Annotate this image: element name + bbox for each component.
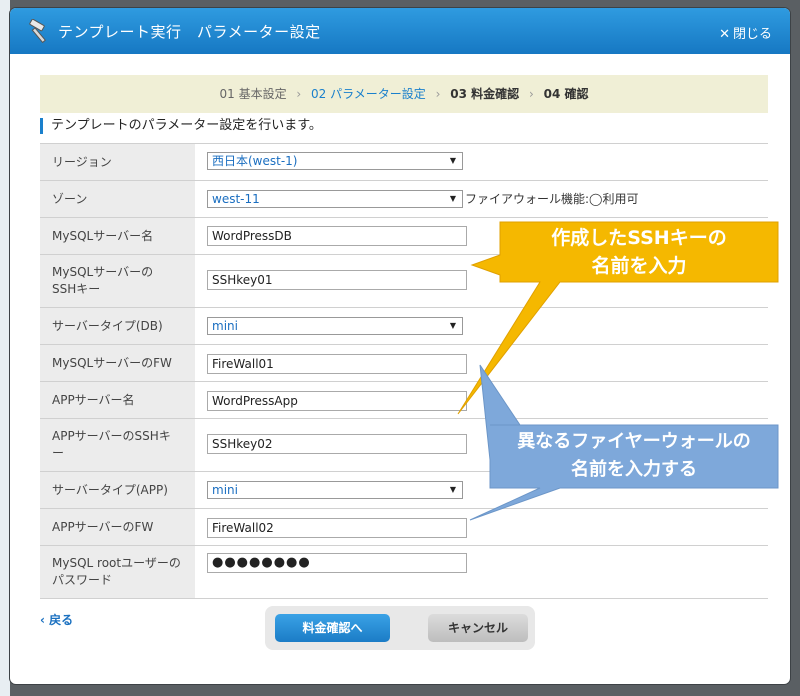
background-page bbox=[0, 0, 10, 696]
row-app-fw: APPサーバーのFW FireWall02 bbox=[40, 509, 768, 546]
ssh-callout-text: 作成したSSHキーの 名前を入力 bbox=[500, 224, 778, 280]
db-server-type-select[interactable]: mini ▼ bbox=[207, 317, 463, 335]
close-label: 閉じる bbox=[732, 27, 772, 42]
zone-label: ゾーン bbox=[40, 181, 195, 217]
dialog-titlebar: テンプレート実行 パラメーター設定 ✕ 閉じる bbox=[10, 8, 790, 54]
db-type-label: サーバータイプ(DB) bbox=[40, 308, 195, 344]
mysql-firewall-input[interactable]: FireWall01 bbox=[207, 354, 467, 374]
row-mysql-fw: MySQLサーバーのFW FireWall01 bbox=[40, 345, 768, 382]
dialog-title: テンプレート実行 パラメーター設定 bbox=[58, 23, 321, 41]
root-password-label: MySQL rootユーザーのパスワード bbox=[40, 546, 195, 598]
zone-select[interactable]: west-11 ▼ bbox=[207, 190, 463, 208]
app-name-input[interactable]: WordPressApp bbox=[207, 391, 467, 411]
step-1: 01 基本設定 bbox=[219, 87, 287, 101]
row-db-type: サーバータイプ(DB) mini ▼ bbox=[40, 308, 768, 345]
fw-callout-line2: 名前を入力する bbox=[571, 459, 697, 480]
step-chevron-icon: › bbox=[528, 87, 534, 101]
dropdown-arrow-icon: ▼ bbox=[449, 194, 456, 203]
back-label: 戻る bbox=[49, 613, 74, 627]
root-password-input[interactable]: ●●●●●●●● bbox=[207, 553, 467, 573]
mysql-name-label: MySQLサーバー名 bbox=[40, 218, 195, 254]
step-2-current: 02 パラメーター設定 bbox=[311, 87, 426, 101]
app-server-type-select[interactable]: mini ▼ bbox=[207, 481, 463, 499]
mysql-ssh-label: MySQLサーバーのSSHキー bbox=[40, 255, 195, 307]
cancel-button[interactable]: キャンセル bbox=[428, 614, 528, 642]
region-select[interactable]: 西日本(west-1) ▼ bbox=[207, 152, 463, 170]
mysql-ssh-key-input[interactable]: SSHkey01 bbox=[207, 270, 467, 290]
app-type-label: サーバータイプ(APP) bbox=[40, 472, 195, 508]
app-firewall-input[interactable]: FireWall02 bbox=[207, 518, 467, 538]
mysql-fw-cell: FireWall01 bbox=[195, 345, 768, 381]
mysql-fw-label: MySQLサーバーのFW bbox=[40, 345, 195, 381]
db-type-select-value: mini bbox=[212, 319, 238, 333]
dropdown-arrow-icon: ▼ bbox=[449, 485, 456, 494]
zone-cell: west-11 ▼ ファイアウォール機能:◯利用可 bbox=[195, 181, 768, 217]
ssh-callout-line2: 名前を入力 bbox=[591, 255, 687, 277]
dropdown-arrow-icon: ▼ bbox=[449, 321, 456, 330]
section-title: テンプレートのパラメーター設定を行います。 bbox=[40, 118, 322, 134]
parameter-form: リージョン 西日本(west-1) ▼ ゾーン west-11 ▼ ファイアウォール… bbox=[40, 143, 768, 599]
row-zone: ゾーン west-11 ▼ ファイアウォール機能:◯利用可 bbox=[40, 181, 768, 218]
close-button[interactable]: ✕ 閉じる bbox=[719, 23, 772, 42]
region-select-value: 西日本(west-1) bbox=[212, 154, 298, 168]
app-ssh-key-input[interactable]: SSHkey02 bbox=[207, 434, 467, 454]
fw-callout-line1: 異なるファイヤーウォールの bbox=[517, 431, 751, 452]
step-3: 03 料金確認 bbox=[450, 87, 520, 101]
row-root-pw: MySQL rootユーザーのパスワード ●●●●●●●● bbox=[40, 546, 768, 599]
ssh-callout-line1: 作成したSSHキーの bbox=[551, 227, 727, 249]
row-app-name: APPサーバー名 WordPressApp bbox=[40, 382, 768, 419]
back-link[interactable]: ‹ 戻る bbox=[40, 611, 73, 628]
app-ssh-label: APPサーバーのSSHキー bbox=[40, 419, 195, 471]
root-password-cell: ●●●●●●●● bbox=[195, 546, 768, 598]
app-fw-cell: FireWall02 bbox=[195, 509, 768, 545]
region-label: リージョン bbox=[40, 144, 195, 180]
hammer-icon bbox=[29, 19, 46, 43]
mysql-name-input[interactable]: WordPressDB bbox=[207, 226, 467, 246]
db-type-cell: mini ▼ bbox=[195, 308, 768, 344]
fw-callout-text: 異なるファイヤーウォールの 名前を入力する bbox=[490, 428, 778, 484]
step-chevron-icon: › bbox=[296, 87, 302, 101]
chevron-left-icon: ‹ bbox=[40, 613, 50, 627]
app-name-cell: WordPressApp bbox=[195, 382, 768, 418]
zone-select-value: west-11 bbox=[212, 192, 260, 206]
app-name-label: APPサーバー名 bbox=[40, 382, 195, 418]
firewall-availability-note: ファイアウォール機能:◯利用可 bbox=[465, 192, 639, 206]
step-indicator: 01 基本設定 › 02 パラメーター設定 › 03 料金確認 › 04 確認 bbox=[40, 75, 768, 113]
close-icon: ✕ bbox=[719, 27, 730, 42]
confirm-price-button[interactable]: 料金確認へ bbox=[275, 614, 390, 642]
row-region: リージョン 西日本(west-1) ▼ bbox=[40, 144, 768, 181]
app-type-select-value: mini bbox=[212, 483, 238, 497]
step-4: 04 確認 bbox=[543, 87, 589, 101]
app-fw-label: APPサーバーのFW bbox=[40, 509, 195, 545]
dropdown-arrow-icon: ▼ bbox=[449, 156, 456, 165]
region-cell: 西日本(west-1) ▼ bbox=[195, 144, 768, 180]
step-chevron-icon: › bbox=[435, 87, 441, 101]
